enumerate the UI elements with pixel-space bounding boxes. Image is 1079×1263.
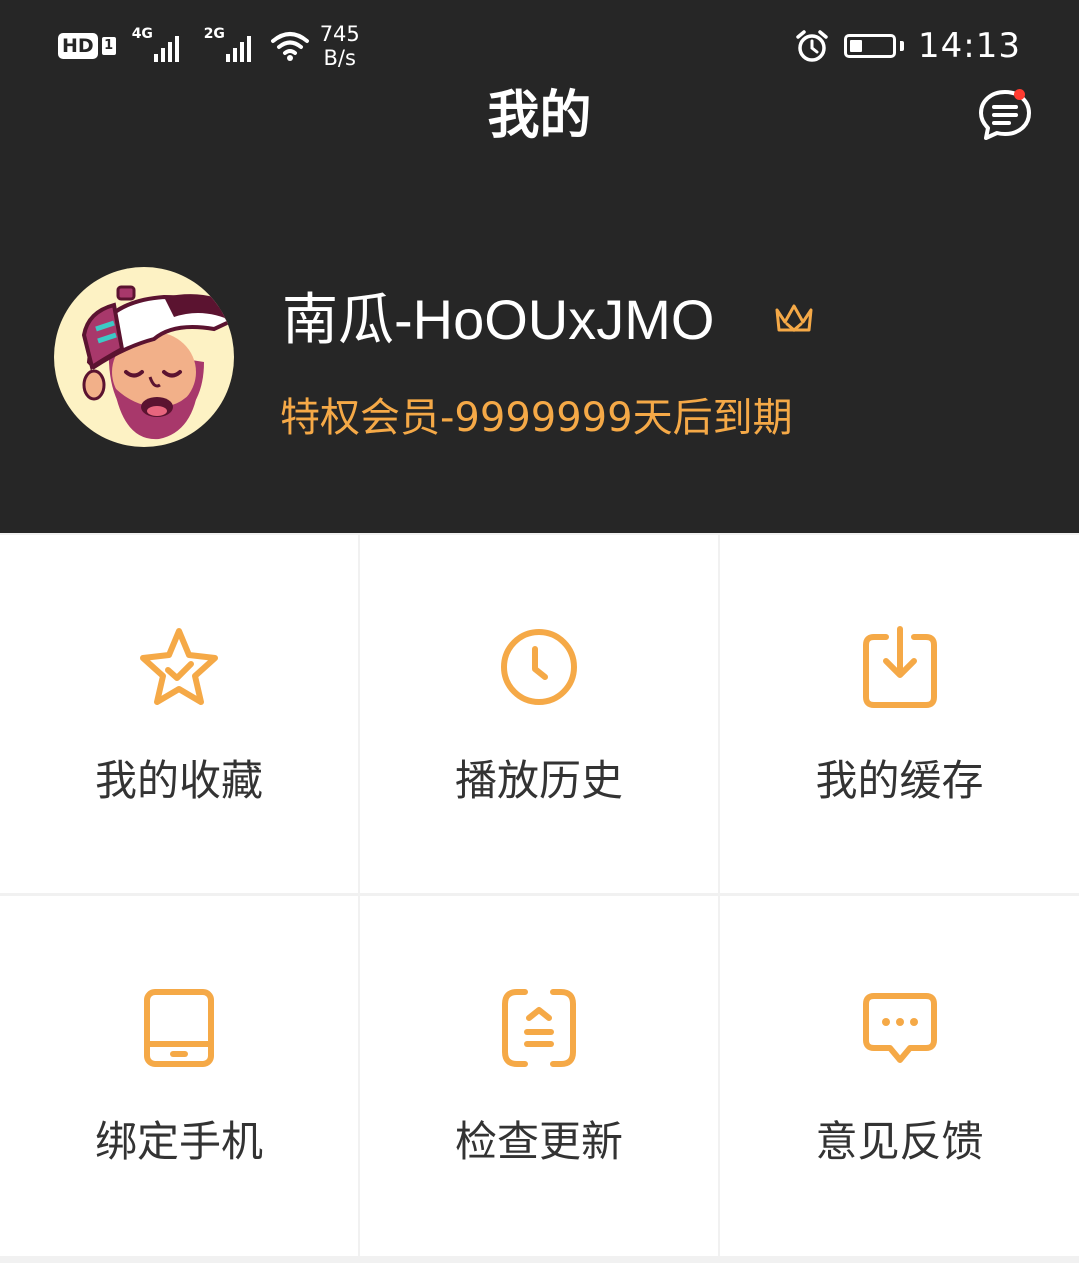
page-title: 我的 xyxy=(487,86,592,146)
profile-header: HD 1 4G 2G 745 B/s 14:13 我的 南瓜-HoOUxJMO … xyxy=(0,0,1079,533)
clock-time: 14:13 xyxy=(918,26,1021,66)
tablet-icon xyxy=(144,989,214,1067)
menu-item-favorites[interactable]: 我的收藏 xyxy=(0,535,358,893)
membership-status: 特权会员-9999999天后到期 xyxy=(280,395,793,441)
chat-list-icon[interactable] xyxy=(976,86,1034,144)
hd-badge: HD xyxy=(58,33,98,59)
alarm-icon xyxy=(796,30,828,62)
menu-item-label: 我的收藏 xyxy=(94,756,263,805)
star-check-icon xyxy=(140,628,218,705)
menu-item-downloads[interactable]: 我的缓存 xyxy=(720,535,1079,893)
signal-2g-icon: 2G xyxy=(204,26,260,66)
menu-grid: 我的收藏 播放历史 我的缓存 绑定手机 检查更新 意见反馈 xyxy=(0,535,1079,1263)
username[interactable]: 南瓜-HoOUxJMO xyxy=(282,283,714,357)
menu-item-label: 我的缓存 xyxy=(815,756,984,805)
menu-item-label: 绑定手机 xyxy=(94,1117,263,1166)
menu-item-label: 检查更新 xyxy=(454,1117,623,1166)
signal-4g-icon: 4G xyxy=(132,26,188,66)
menu-item-feedback[interactable]: 意见反馈 xyxy=(720,896,1079,1256)
menu-item-check-update[interactable]: 检查更新 xyxy=(360,896,718,1256)
notification-dot xyxy=(1014,89,1025,100)
menu-item-label: 意见反馈 xyxy=(815,1117,984,1166)
status-bar: HD 1 4G 2G 745 B/s 14:13 xyxy=(0,0,1079,90)
download-box-icon xyxy=(862,626,937,708)
avatar[interactable] xyxy=(54,267,234,447)
battery-icon xyxy=(844,34,897,58)
wifi-icon xyxy=(270,32,309,61)
update-icon xyxy=(502,989,576,1067)
network-speed: 745 B/s xyxy=(319,22,360,70)
crown-icon xyxy=(775,304,813,332)
menu-item-label: 播放历史 xyxy=(454,756,623,805)
sim-badge: 1 xyxy=(101,37,116,55)
menu-item-bind-phone[interactable]: 绑定手机 xyxy=(0,896,358,1256)
menu-item-history[interactable]: 播放历史 xyxy=(360,535,718,893)
feedback-bubble-icon xyxy=(862,993,937,1063)
clock-icon xyxy=(501,629,577,705)
